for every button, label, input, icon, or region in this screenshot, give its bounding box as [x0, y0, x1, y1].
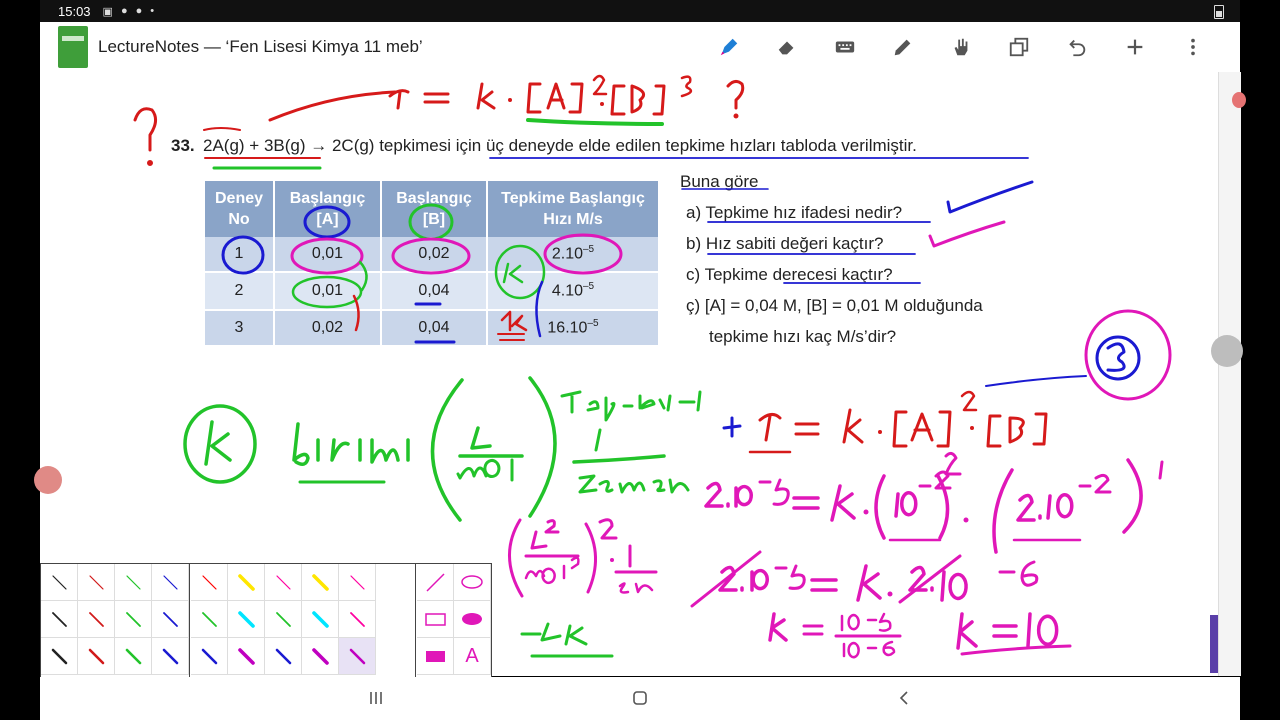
- table-header-deney: Deney No: [205, 181, 275, 237]
- pen-swatch-button[interactable]: [228, 638, 265, 675]
- pen-swatch-button[interactable]: [41, 638, 78, 675]
- sub-question-b: b) Hız sabiti değeri kaçtır?: [686, 234, 884, 253]
- hand-icon[interactable]: [932, 22, 990, 72]
- filled-rectangle-tool-button[interactable]: [417, 638, 454, 675]
- rate-table: Deney No Başlangıç [A] Başlangıç [B] Tepkim…: [205, 181, 658, 345]
- pen-swatch-button[interactable]: [115, 564, 152, 601]
- status-bar: 15:03 ▣ ● ● •: [40, 0, 1240, 22]
- app-title: LectureNotes — ‘Fen Lisesi Kimya 11 meb’: [98, 37, 423, 56]
- table-row: 3 0,02 0,04 16.10–5: [205, 309, 658, 345]
- pen-swatch-button[interactable]: [265, 601, 302, 638]
- pen-swatch-button[interactable]: [265, 638, 302, 675]
- recents-icon: [370, 692, 382, 704]
- home-icon: [633, 691, 647, 705]
- add-icon[interactable]: [1106, 22, 1164, 72]
- filled-ellipse-tool-button[interactable]: [454, 601, 491, 638]
- dot-icon: •: [150, 4, 155, 17]
- pen-palette: A: [40, 563, 492, 679]
- table-row: 1 0,01 0,02 2.10–5: [205, 237, 658, 272]
- pen-swatch-button[interactable]: [339, 601, 376, 638]
- table-header-a: Başlangıç [A]: [274, 181, 382, 237]
- table-header-b: Başlangıç [B]: [381, 181, 488, 237]
- pencil-icon[interactable]: [874, 22, 932, 72]
- app-logo: [58, 26, 88, 68]
- recents-button[interactable]: [356, 683, 396, 713]
- page-indicator-dot: [1232, 92, 1246, 108]
- more-vert-icon[interactable]: [1164, 22, 1222, 72]
- scrollbar-thumb[interactable]: [1210, 615, 1218, 673]
- pen-swatch-button[interactable]: [78, 601, 115, 638]
- right-gutter: [1218, 72, 1241, 676]
- pen-swatch-button[interactable]: [152, 564, 189, 601]
- pen-marker-icon[interactable]: [700, 22, 758, 72]
- pen-swatch-button[interactable]: [152, 638, 189, 675]
- table-header-rate: Tepkime Başlangıç Hızı M/s: [487, 181, 658, 237]
- pen-fab-button[interactable]: [1211, 335, 1243, 367]
- sub-question-d-cont: tepkime hızı kaç M/s’dir?: [709, 327, 897, 346]
- pen-swatch-button[interactable]: [191, 564, 228, 601]
- pen-swatch-button[interactable]: [78, 638, 115, 675]
- status-icons: ▣ ● ● •: [103, 5, 155, 18]
- pen-swatch-button[interactable]: [228, 601, 265, 638]
- image-icon: ▣: [102, 5, 113, 18]
- undo-icon[interactable]: [1048, 22, 1106, 72]
- intro-text: Buna göre: [680, 172, 759, 191]
- side-pen-button[interactable]: [34, 466, 62, 494]
- app-bar: LectureNotes — ‘Fen Lisesi Kimya 11 meb’: [40, 22, 1240, 73]
- palette-divider: [189, 564, 190, 678]
- clock: 15:03: [58, 3, 91, 19]
- palette-divider: [415, 564, 416, 678]
- pen-swatch-button[interactable]: [191, 638, 228, 675]
- toolbar: [700, 22, 1222, 72]
- copy-icon[interactable]: [990, 22, 1048, 72]
- sub-question-d: ç) [A] = 0,04 M, [B] = 0,01 M olduğunda: [686, 296, 983, 315]
- sub-question-c: c) Tepkime derecesi kaçtır?: [686, 265, 893, 284]
- pen-swatch-button[interactable]: [339, 564, 376, 601]
- pen-swatch-button[interactable]: [41, 564, 78, 601]
- pen-swatch-button[interactable]: [228, 564, 265, 601]
- sub-question-a: a) Tepkime hız ifadesi nedir?: [686, 203, 903, 222]
- pen-swatch-button[interactable]: [78, 564, 115, 601]
- keyboard-icon[interactable]: [816, 22, 874, 72]
- line-tool-button[interactable]: [417, 564, 454, 601]
- battery-icon: [1214, 5, 1224, 19]
- pen-swatch-button[interactable]: [302, 638, 339, 675]
- alert-icon: ●: [135, 4, 143, 17]
- pen-swatch-button[interactable]: [265, 564, 302, 601]
- table-row: 2 0,01 0,04 4.10–5: [205, 271, 658, 310]
- pen-swatch-button[interactable]: [339, 638, 376, 675]
- alert-icon: ●: [120, 4, 128, 17]
- rectangle-tool-button[interactable]: [417, 601, 454, 638]
- ellipse-tool-button[interactable]: [454, 564, 491, 601]
- pen-swatch-button[interactable]: [191, 601, 228, 638]
- pen-swatch-button[interactable]: [152, 601, 189, 638]
- text-tool-button[interactable]: A: [454, 638, 491, 675]
- nav-bar: [40, 677, 1240, 720]
- pen-swatch-button[interactable]: [41, 601, 78, 638]
- pen-swatch-button[interactable]: [115, 638, 152, 675]
- home-button[interactable]: [620, 683, 660, 713]
- pen-swatch-button[interactable]: [302, 601, 339, 638]
- question-text: 2A(g) + 3B(g) → 2C(g) tepkimesi için üç …: [203, 136, 917, 155]
- pen-swatch-button[interactable]: [302, 564, 339, 601]
- question-number: 33.: [171, 136, 195, 155]
- eraser-icon[interactable]: [758, 22, 816, 72]
- back-icon: [899, 691, 908, 705]
- back-button[interactable]: [884, 683, 924, 713]
- pen-swatch-button[interactable]: [115, 601, 152, 638]
